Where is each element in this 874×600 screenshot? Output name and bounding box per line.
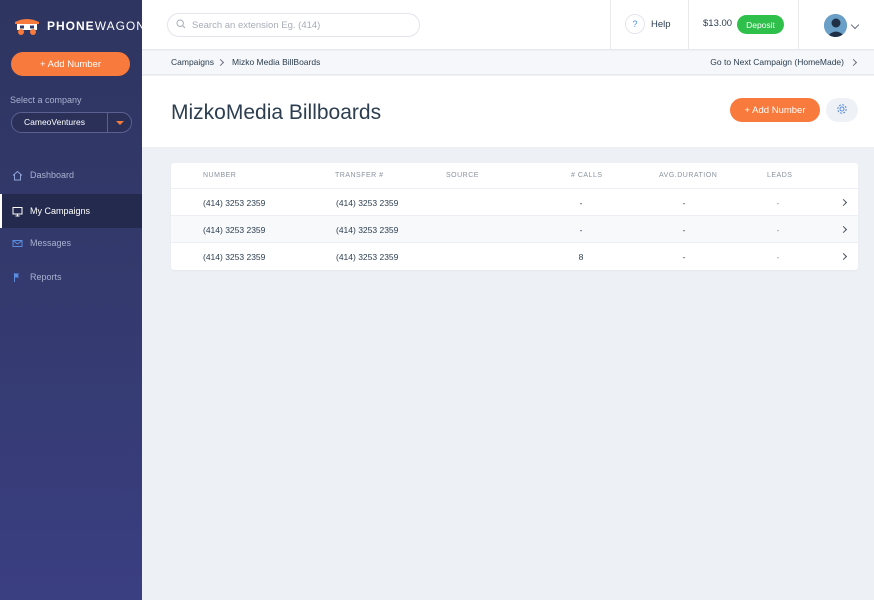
brand-name: PHONEWAGON <box>47 19 146 33</box>
flag-icon <box>12 272 23 283</box>
sidebar-item-messages[interactable]: Messages <box>0 226 142 260</box>
table-row[interactable]: (414) 3253 2359 (414) 3253 2359 - - - <box>171 216 858 243</box>
breadcrumb-current: Mizko Media BillBoards <box>232 57 321 67</box>
cell-calls: - <box>579 198 583 208</box>
cell-avg-duration: - <box>682 198 686 208</box>
breadcrumb: Campaigns Mizko Media BillBoards Go to N… <box>142 51 874 75</box>
chevron-down-icon[interactable] <box>850 20 860 30</box>
sidebar-item-dashboard[interactable]: Dashboard <box>0 158 142 192</box>
sidebar-item-label: Reports <box>30 272 62 282</box>
search-icon <box>176 16 186 34</box>
table-row[interactable]: (414) 3253 2359 (414) 3253 2359 8 - - <box>171 243 858 270</box>
page-header: MizkoMedia Billboards + Add Number <box>142 76 874 147</box>
sidebar-item-label: My Campaigns <box>30 206 91 216</box>
gear-icon <box>836 103 848 118</box>
cell-calls: 8 <box>578 252 584 262</box>
table-row[interactable]: (414) 3253 2359 (414) 3253 2359 - - - <box>171 189 858 216</box>
caret-down-icon[interactable] <box>116 121 124 125</box>
company-select-value: CameoVentures <box>24 117 85 127</box>
cell-number: (414) 3253 2359 <box>203 252 266 262</box>
cell-leads: - <box>776 198 780 208</box>
table-header: NUMBER TRANSFER # SOURCE # CALLS AVG.DUR… <box>171 163 858 189</box>
help-button[interactable]: ? Help <box>625 14 671 34</box>
chevron-right-icon[interactable] <box>849 58 858 67</box>
column-header-number[interactable]: NUMBER <box>203 172 236 179</box>
cell-transfer: (414) 3253 2359 <box>336 198 399 208</box>
column-header-leads[interactable]: LEADS <box>767 172 792 179</box>
top-bar: ? Help $13.00 Deposit <box>142 0 874 50</box>
sidebar-item-my-campaigns[interactable]: My Campaigns <box>0 194 142 228</box>
next-campaign-link[interactable]: Go to Next Campaign (HomeMade) <box>710 57 844 67</box>
topbar-divider <box>688 0 689 50</box>
search-box[interactable] <box>167 13 420 37</box>
help-label: Help <box>651 18 671 30</box>
deposit-button[interactable]: Deposit <box>737 15 784 34</box>
sidebar: PHONEWAGON + Add Number Select a company… <box>0 0 145 600</box>
sidebar-item-label: Dashboard <box>30 170 75 180</box>
chevron-right-icon[interactable] <box>839 252 848 261</box>
select-company-label: Select a company <box>10 95 82 105</box>
cell-transfer: (414) 3253 2359 <box>336 252 399 262</box>
cell-avg-duration: - <box>682 225 686 235</box>
cell-transfer: (414) 3253 2359 <box>336 225 399 235</box>
column-header-source[interactable]: SOURCE <box>446 172 479 179</box>
topbar-divider <box>610 0 611 50</box>
cell-number: (414) 3253 2359 <box>203 225 266 235</box>
cell-number: (414) 3253 2359 <box>203 198 266 208</box>
chevron-right-icon <box>216 58 225 67</box>
settings-button[interactable] <box>826 98 858 122</box>
breadcrumb-root-link[interactable]: Campaigns <box>171 57 214 67</box>
column-header-calls[interactable]: # CALLS <box>571 172 603 179</box>
envelope-icon <box>12 238 23 249</box>
numbers-table: NUMBER TRANSFER # SOURCE # CALLS AVG.DUR… <box>171 163 858 270</box>
monitor-icon <box>12 206 23 217</box>
search-input[interactable] <box>192 19 412 31</box>
add-number-button[interactable]: + Add Number <box>730 98 820 122</box>
cell-leads: - <box>776 225 780 235</box>
sidebar-item-reports[interactable]: Reports <box>0 260 142 294</box>
cell-leads: - <box>776 252 780 262</box>
cell-calls: - <box>579 225 583 235</box>
topbar-divider <box>798 0 799 50</box>
cell-avg-duration: - <box>682 252 686 262</box>
account-balance: $13.00 <box>703 18 733 29</box>
avatar[interactable] <box>824 14 847 37</box>
brand-logo[interactable]: PHONEWAGON <box>12 16 146 36</box>
help-icon: ? <box>625 14 645 34</box>
company-select[interactable]: CameoVentures <box>11 112 132 133</box>
company-select-divider <box>107 113 108 132</box>
wagon-icon <box>15 19 39 35</box>
column-header-avg-duration[interactable]: AVG.DURATION <box>659 172 717 179</box>
sidebar-item-label: Messages <box>30 238 72 248</box>
home-icon <box>12 170 23 181</box>
column-header-transfer[interactable]: TRANSFER # <box>335 172 384 179</box>
chevron-right-icon[interactable] <box>839 198 848 207</box>
sidebar-add-number-button[interactable]: + Add Number <box>11 52 130 76</box>
chevron-right-icon[interactable] <box>839 225 848 234</box>
page-title: MizkoMedia Billboards <box>171 101 382 124</box>
